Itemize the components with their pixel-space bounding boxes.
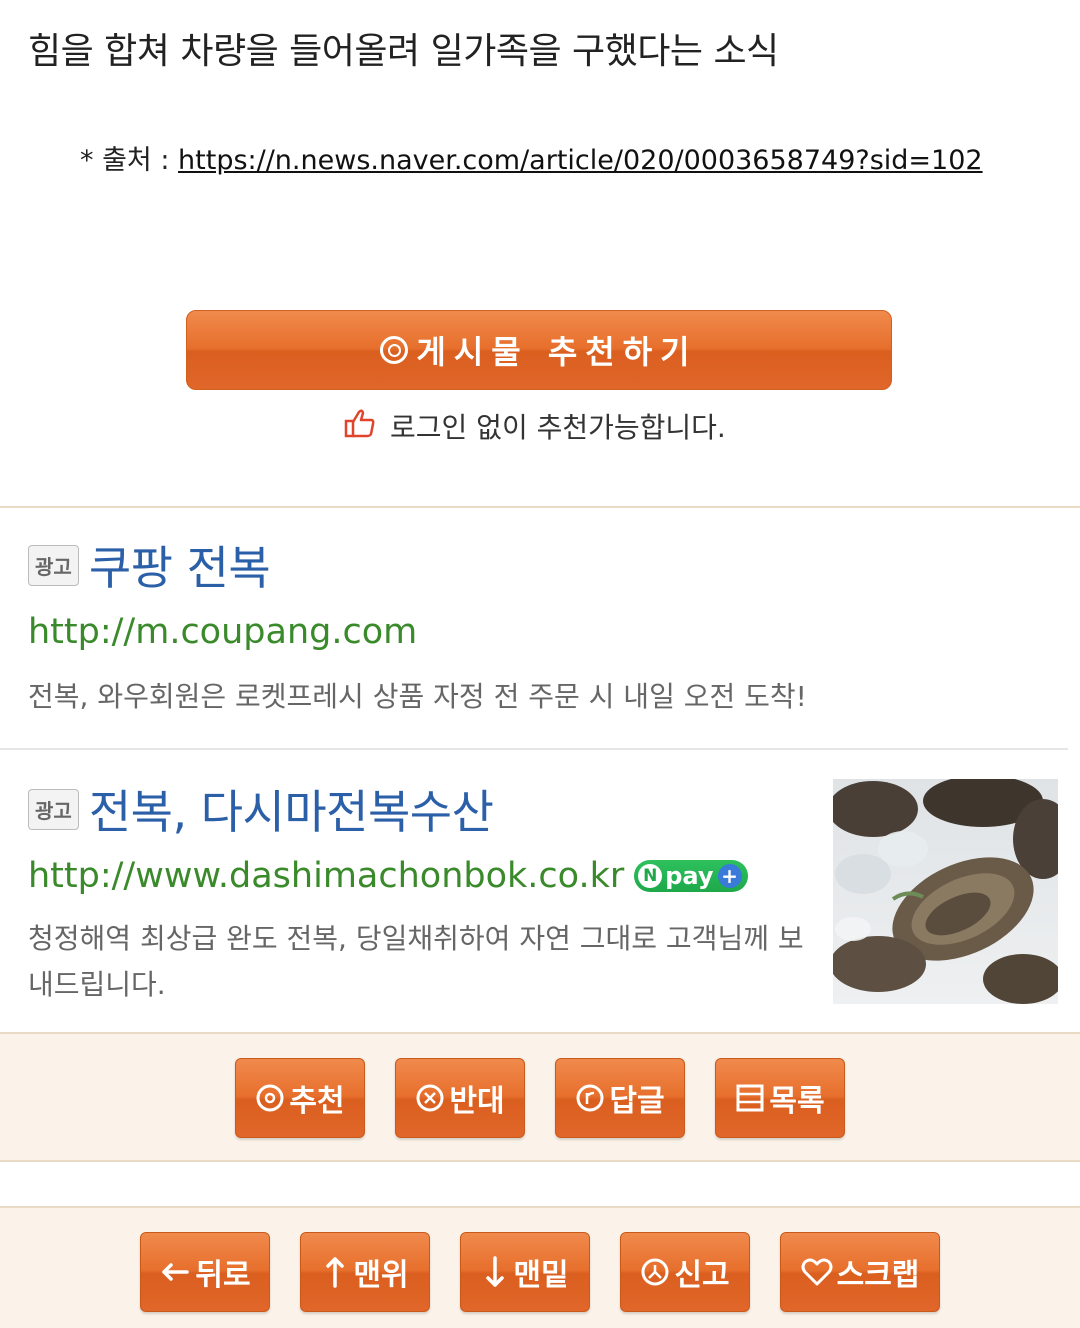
report-label: 신고 [674,1258,730,1293]
npay-label: pay [665,862,714,890]
ad-description: 청정해역 최상급 완도 전복, 당일채취하여 자연 그대로 고객님께 보내드립니… [28,922,804,1001]
list-icon [735,1083,765,1113]
back-label: 뒤로 [195,1258,251,1293]
close-circle-icon [415,1083,445,1113]
ad-description: 전복, 와우회원은 로켓프레시 상품 자정 전 주문 시 내일 오전 도착! [28,680,807,713]
ad-url-link[interactable]: http://www.dashimachonbok.co.kr [28,856,624,896]
recommend-label: 추천 [289,1084,345,1119]
report-icon [640,1257,670,1287]
recommend-post-label: 게시물 추천하기 [416,333,698,371]
ad-badge: 광고 [28,788,79,830]
divider [0,506,1080,508]
bottom-label: 맨밑 [513,1258,569,1293]
page-nav-bar: 뒤로 맨위 맨밑 신고 스크랩 [0,1206,1080,1328]
arrow-up-icon [321,1255,349,1289]
article-headline: 힘을 합쳐 차량을 들어올려 일가족을 구했다는 소식 [28,31,779,72]
ad-item-coupang[interactable]: 광고 쿠팡 전복 http://m.coupang.com 전복, 와우회원은 로… [28,532,807,713]
source-label: * 출처 : [80,145,179,176]
recommend-button[interactable]: 추천 [235,1058,365,1138]
ad-url-link[interactable]: http://m.coupang.com [28,612,417,652]
source-line: * 출처 : https://n.news.naver.com/article/… [80,138,983,177]
ad-title-link[interactable]: 전복, 다시마전복수산 [89,785,494,839]
recommend-post-button[interactable]: 게시물 추천하기 [186,310,892,390]
no-login-note: 로그인 없이 추천가능합니다. [344,406,726,446]
oppose-label: 반대 [449,1084,505,1119]
page: 힘을 합쳐 차량을 들어올려 일가족을 구했다는 소식 * 출처 : https… [0,0,1080,1328]
npay-badge: N pay + [634,860,748,892]
arrow-down-icon [481,1255,509,1289]
scroll-bottom-button[interactable]: 맨밑 [460,1232,590,1312]
scrap-button[interactable]: 스크랩 [780,1232,940,1312]
ad-title-row: 광고 전복, 다시마전복수산 [28,776,494,842]
recommend-circle-icon [380,336,409,364]
abalone-image[interactable] [833,779,1058,1004]
scrap-label: 스크랩 [836,1258,920,1293]
oppose-button[interactable]: 반대 [395,1058,525,1138]
recommend-icon [255,1083,285,1113]
arrow-left-icon [159,1257,191,1287]
no-login-text: 로그인 없이 추천가능합니다. [390,411,726,444]
list-label: 목록 [769,1084,825,1119]
ad-title-link[interactable]: 쿠팡 전복 [89,541,271,595]
reply-button[interactable]: 답글 [555,1058,685,1138]
top-label: 맨위 [353,1258,409,1293]
list-button[interactable]: 목록 [715,1058,845,1138]
ad-item-dashima[interactable]: 광고 전복, 다시마전복수산 http://www.dashimachonbok.… [28,776,804,1001]
source-link[interactable]: https://n.news.naver.com/article/020/000… [178,145,983,176]
heart-icon [801,1257,833,1287]
reply-icon [575,1083,605,1113]
report-button[interactable]: 신고 [620,1232,750,1312]
scroll-top-button[interactable]: 맨위 [300,1232,430,1312]
ad-badge: 광고 [28,544,79,586]
ad-separator [0,748,1068,750]
reply-label: 답글 [609,1084,665,1119]
thumbs-up-icon [344,408,376,445]
ad-url-row: http://www.dashimachonbok.co.kr N pay + [28,856,748,896]
ad-title-row: 광고 쿠팡 전복 [28,532,271,598]
post-action-bar: 추천 반대 답글 목록 [0,1032,1080,1162]
back-button[interactable]: 뒤로 [140,1232,270,1312]
plus-icon: + [717,864,742,888]
naver-n-icon: N [638,864,663,888]
